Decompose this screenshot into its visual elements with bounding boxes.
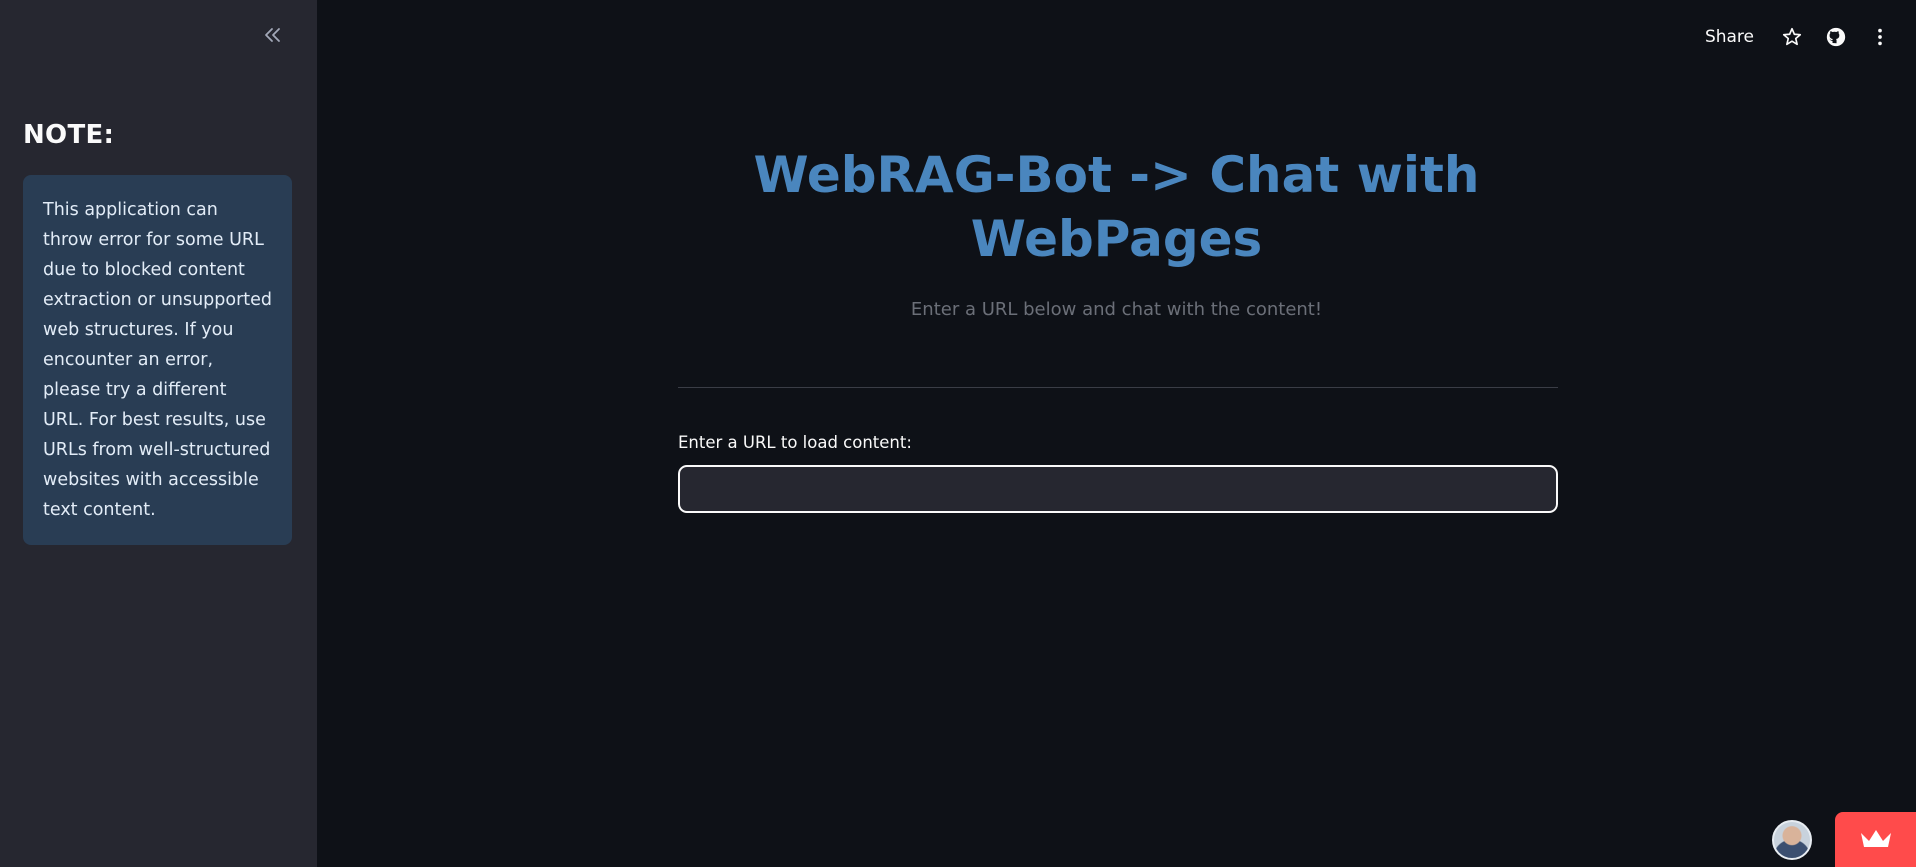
- star-icon[interactable]: [1780, 25, 1804, 49]
- divider: [678, 387, 1558, 388]
- url-input[interactable]: [678, 465, 1558, 513]
- crown-icon: [1859, 827, 1893, 853]
- collapse-sidebar-button[interactable]: [258, 22, 288, 52]
- github-icon[interactable]: [1824, 25, 1848, 49]
- more-vertical-icon[interactable]: [1868, 25, 1892, 49]
- note-info-box: This application can throw error for som…: [23, 175, 292, 545]
- note-heading: NOTE:: [23, 120, 115, 150]
- page-title: WebRAG-Bot -> Chat with WebPages: [317, 143, 1916, 271]
- url-input-label: Enter a URL to load content:: [678, 433, 912, 452]
- streamlit-badge-button[interactable]: [1835, 812, 1916, 867]
- chevrons-left-icon: [263, 25, 283, 49]
- header-toolbar: Share: [1705, 22, 1916, 52]
- share-button[interactable]: Share: [1705, 27, 1754, 47]
- page-subtitle: Enter a URL below and chat with the cont…: [910, 299, 1323, 320]
- page-title-line2: WebPages: [970, 210, 1263, 268]
- user-avatar[interactable]: [1772, 820, 1812, 860]
- note-text: This application can throw error for som…: [43, 200, 273, 520]
- main-content: Share WebRAG-Bot -> Chat with WebPages E…: [317, 0, 1916, 867]
- sidebar: NOTE: This application can throw error f…: [0, 0, 317, 867]
- page-title-line1: WebRAG-Bot -> Chat with: [753, 146, 1480, 204]
